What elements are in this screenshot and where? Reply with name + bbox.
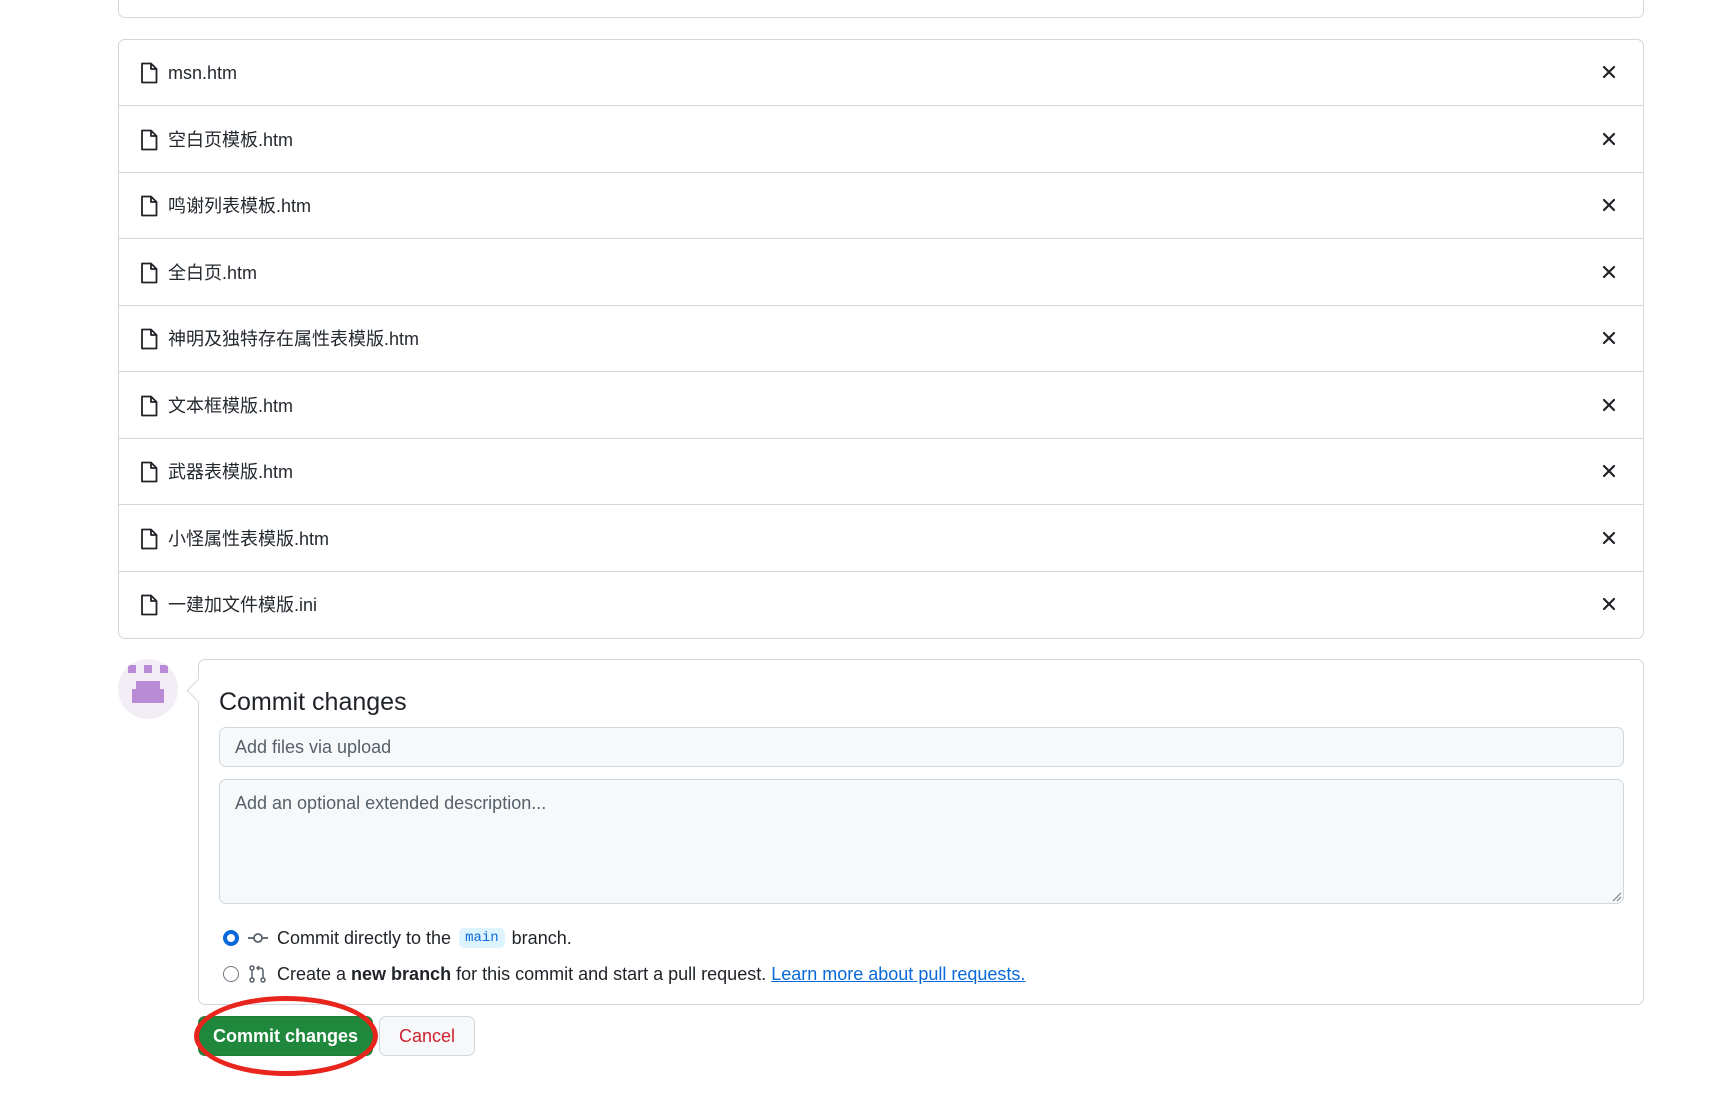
file-icon <box>141 129 158 151</box>
git-commit-icon <box>248 933 268 943</box>
x-icon <box>1602 531 1616 545</box>
file-row: 武器表模版.htm <box>119 439 1643 505</box>
uploaded-file-list: msn.htm 空白页模板.htm 鸣谢列表模板.htm 全白页.htm 神明及独特存在… <box>118 39 1644 639</box>
commit-direct-option[interactable]: Commit directly to the main branch. <box>223 925 572 951</box>
remove-file-button[interactable] <box>1597 326 1621 350</box>
file-name: 小怪属性表模版.htm <box>168 529 330 549</box>
x-icon <box>1602 464 1616 478</box>
commit-changes-panel: Commit changes Commit directly to the ma… <box>198 659 1644 1005</box>
previous-panel <box>118 0 1644 18</box>
x-icon <box>1602 198 1616 212</box>
file-icon <box>141 328 158 350</box>
x-icon <box>1602 597 1616 611</box>
remove-file-button[interactable] <box>1597 393 1621 417</box>
branch-name-badge: main <box>459 928 505 948</box>
remove-file-button[interactable] <box>1597 60 1621 84</box>
x-icon <box>1602 65 1616 79</box>
file-name: 空白页模板.htm <box>168 130 294 150</box>
file-icon <box>141 262 158 284</box>
x-icon <box>1602 265 1616 279</box>
avatar <box>118 659 178 719</box>
x-icon <box>1602 132 1616 146</box>
commit-title: Commit changes <box>219 688 407 716</box>
x-icon <box>1602 398 1616 412</box>
new-branch-radio[interactable] <box>223 966 239 982</box>
remove-file-button[interactable] <box>1597 592 1621 616</box>
file-name: 鸣谢列表模板.htm <box>168 196 312 216</box>
file-name: 文本框模版.htm <box>168 396 294 416</box>
file-row: 全白页.htm <box>119 240 1643 306</box>
new-branch-suffix: for this commit and start a pull request… <box>456 963 767 984</box>
file-icon <box>141 528 158 550</box>
file-row: 一建加文件模版.ini <box>119 572 1643 638</box>
file-row: 文本框模版.htm <box>119 373 1643 439</box>
file-row: 小怪属性表模版.htm <box>119 506 1643 572</box>
new-branch-bold: new branch <box>351 963 452 984</box>
new-branch-prefix: Create a <box>277 963 347 984</box>
remove-file-button[interactable] <box>1597 459 1621 483</box>
commit-summary-input[interactable] <box>219 727 1624 767</box>
remove-file-button[interactable] <box>1597 526 1621 550</box>
file-name: 武器表模版.htm <box>168 462 294 482</box>
git-pull-request-icon <box>249 965 266 983</box>
commit-description-textarea[interactable] <box>219 779 1624 904</box>
resize-handle-icon[interactable] <box>1612 892 1622 902</box>
learn-more-pull-requests-link[interactable]: Learn more about pull requests. <box>771 964 1025 985</box>
remove-file-button[interactable] <box>1597 260 1621 284</box>
cancel-button[interactable]: Cancel <box>379 1016 475 1056</box>
file-icon <box>141 395 158 417</box>
file-name: msn.htm <box>168 63 238 83</box>
commit-direct-radio[interactable] <box>223 930 239 946</box>
file-name: 神明及独特存在属性表模版.htm <box>168 329 420 349</box>
commit-changes-button[interactable]: Commit changes <box>198 1016 373 1056</box>
commit-direct-suffix: branch. <box>511 927 572 948</box>
remove-file-button[interactable] <box>1597 193 1621 217</box>
file-name: 全白页.htm <box>168 263 258 283</box>
file-icon <box>141 195 158 217</box>
file-row: 空白页模板.htm <box>119 107 1643 173</box>
remove-file-button[interactable] <box>1597 127 1621 151</box>
file-row: 神明及独特存在属性表模版.htm <box>119 306 1643 372</box>
x-icon <box>1602 331 1616 345</box>
file-name: 一建加文件模版.ini <box>168 595 318 615</box>
file-icon <box>141 461 158 483</box>
new-branch-option[interactable]: Create a new branch for this commit and … <box>223 961 1025 987</box>
file-icon <box>141 62 158 84</box>
commit-direct-label: Commit directly to the <box>277 927 452 948</box>
file-row: 鸣谢列表模板.htm <box>119 173 1643 239</box>
file-icon <box>141 594 158 616</box>
file-row: msn.htm <box>119 40 1643 106</box>
